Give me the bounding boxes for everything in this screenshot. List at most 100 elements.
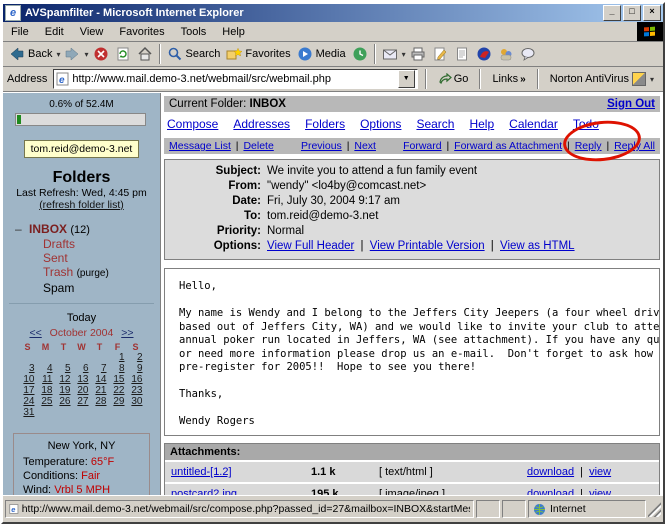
refresh-button[interactable] (112, 45, 134, 63)
folder-drafts[interactable]: Drafts (15, 237, 160, 251)
history-button[interactable] (349, 45, 371, 63)
calendar-date-29[interactable]: 29 (113, 396, 124, 407)
messenger-button[interactable] (495, 45, 517, 63)
favorites-button[interactable]: Favorites (223, 45, 293, 63)
msgbar-forward[interactable]: Forward (403, 140, 442, 152)
calendar-date-3[interactable]: 3 (29, 363, 35, 374)
close-button[interactable]: × (643, 5, 661, 21)
realplayer-button[interactable] (473, 45, 495, 63)
nav-link-help[interactable]: Help (469, 117, 494, 131)
calendar-date-4[interactable]: 4 (47, 363, 53, 374)
msgbar-next[interactable]: Next (354, 140, 376, 152)
discuss-button[interactable] (517, 45, 539, 63)
calendar-date-23[interactable]: 23 (131, 385, 142, 396)
calendar-date-5[interactable]: 5 (65, 363, 71, 374)
calendar-date-20[interactable]: 20 (77, 385, 88, 396)
print-button[interactable] (407, 45, 429, 63)
attachment-download-link[interactable]: download (527, 466, 574, 478)
folder-trash[interactable]: Trash (purge) (15, 265, 160, 281)
attachment-view-link[interactable]: view (589, 466, 611, 478)
go-button[interactable]: Go (434, 73, 473, 85)
option-view-full-header[interactable]: View Full Header (267, 240, 354, 252)
norton-dropdown[interactable]: ▾ (649, 75, 655, 84)
calendar-date-8[interactable]: 8 (119, 363, 125, 374)
msgbar-forward-as-attachment[interactable]: Forward as Attachment (454, 140, 562, 152)
stop-button[interactable] (90, 45, 112, 63)
nav-link-search[interactable]: Search (416, 117, 454, 131)
nav-link-calendar[interactable]: Calendar (509, 117, 558, 131)
search-button[interactable]: Search (164, 45, 224, 63)
nav-link-folders[interactable]: Folders (305, 117, 345, 131)
msgbar-message-list[interactable]: Message List (169, 140, 231, 152)
norton-antivirus-button[interactable]: Norton AntiVirus ▾ (546, 72, 659, 86)
msgbar-reply-all[interactable]: Reply All (614, 140, 655, 152)
home-button[interactable] (134, 45, 156, 63)
calendar-date-15[interactable]: 15 (113, 374, 124, 385)
menu-file[interactable]: File (3, 24, 37, 40)
menu-favorites[interactable]: Favorites (111, 24, 172, 40)
calendar-date-11[interactable]: 11 (42, 374, 52, 385)
calendar-date-24[interactable]: 24 (23, 396, 34, 407)
calendar-next-link[interactable]: >> (121, 327, 133, 339)
address-input[interactable]: e http://www.mail.demo-3.net/webmail/src… (53, 69, 417, 89)
calendar-date-28[interactable]: 28 (95, 396, 106, 407)
back-button[interactable]: Back (6, 45, 55, 63)
nav-link-addresses[interactable]: Addresses (233, 117, 290, 131)
folder-sent[interactable]: Sent (15, 251, 160, 265)
attachment-view-link[interactable]: view (589, 488, 611, 495)
attachment-download-link[interactable]: download (527, 488, 574, 495)
menu-tools[interactable]: Tools (173, 24, 215, 40)
refresh-folder-list-link[interactable]: (refresh folder list) (39, 199, 124, 211)
edit-button[interactable] (429, 45, 451, 63)
calendar-date-13[interactable]: 13 (77, 374, 88, 385)
calendar-date-1[interactable]: 1 (119, 352, 125, 363)
calendar-date-16[interactable]: 16 (131, 374, 142, 385)
mail-button[interactable] (379, 45, 401, 63)
calendar-date-2[interactable]: 2 (137, 352, 143, 363)
document-button[interactable] (451, 45, 473, 63)
calendar-date-25[interactable]: 25 (41, 396, 52, 407)
msgbar-reply[interactable]: Reply (575, 140, 602, 152)
menu-help[interactable]: Help (214, 24, 253, 40)
menu-view[interactable]: View (72, 24, 112, 40)
menu-edit[interactable]: Edit (37, 24, 72, 40)
collapse-icon[interactable]: – (15, 222, 22, 236)
msgbar-previous[interactable]: Previous (301, 140, 342, 152)
calendar-date-18[interactable]: 18 (41, 385, 52, 396)
address-dropdown[interactable]: ▼ (398, 70, 415, 88)
nav-link-todo[interactable]: Todo (573, 117, 599, 131)
option-view-as-html[interactable]: View as HTML (500, 240, 575, 252)
calendar-date-26[interactable]: 26 (59, 396, 70, 407)
forward-button[interactable] (61, 45, 83, 63)
calendar-prev-link[interactable]: << (29, 327, 41, 339)
calendar-date-12[interactable]: 12 (59, 374, 70, 385)
minimize-button[interactable]: _ (603, 5, 621, 21)
links-button[interactable]: Links » (488, 73, 529, 85)
calendar-date-9[interactable]: 9 (137, 363, 143, 374)
calendar-date-14[interactable]: 14 (95, 374, 106, 385)
resize-grip[interactable] (648, 501, 661, 517)
maximize-button[interactable]: □ (623, 5, 641, 21)
calendar-date-21[interactable]: 21 (95, 385, 106, 396)
calendar-date-27[interactable]: 27 (77, 396, 88, 407)
nav-link-compose[interactable]: Compose (167, 117, 218, 131)
media-button[interactable]: Media (294, 45, 349, 63)
calendar-date-7[interactable]: 7 (101, 363, 107, 374)
calendar-date-6[interactable]: 6 (83, 363, 89, 374)
calendar-date-30[interactable]: 30 (131, 396, 142, 407)
msgbar-delete[interactable]: Delete (243, 140, 273, 152)
calendar-date-31[interactable]: 31 (23, 407, 34, 418)
sign-out-link[interactable]: Sign Out (607, 98, 655, 110)
inbox-label[interactable]: INBOX (29, 222, 67, 236)
calendar-date-22[interactable]: 22 (113, 385, 124, 396)
folder-spam[interactable]: Spam (15, 281, 160, 295)
option-view-printable-version[interactable]: View Printable Version (370, 240, 485, 252)
calendar-date-10[interactable]: 10 (23, 374, 34, 385)
attachment-name-link[interactable]: untitled-[1.2] (171, 466, 232, 478)
calendar-date-17[interactable]: 17 (23, 385, 34, 396)
nav-link-options[interactable]: Options (360, 117, 401, 131)
trash-label[interactable]: Trash (43, 265, 73, 279)
calendar-date-19[interactable]: 19 (59, 385, 70, 396)
purge-link[interactable]: (purge) (77, 268, 109, 279)
folder-inbox[interactable]: – INBOX (12) (15, 222, 160, 237)
